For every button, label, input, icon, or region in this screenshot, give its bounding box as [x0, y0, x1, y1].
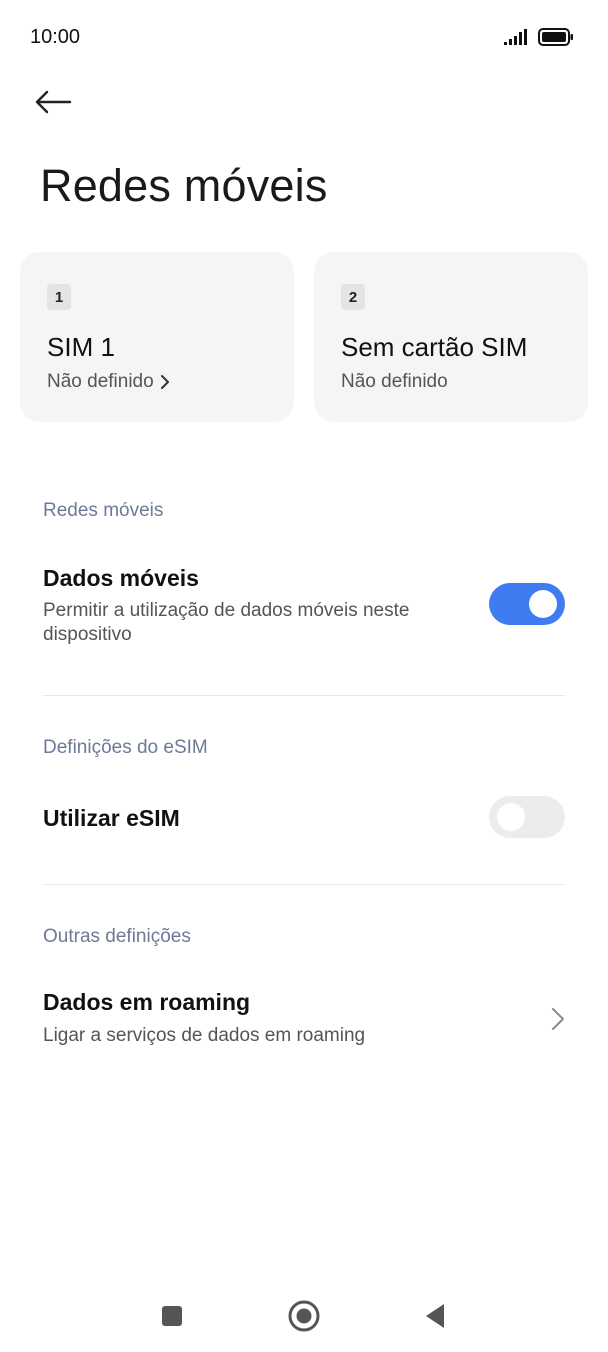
chevron-right-icon [160, 375, 169, 389]
sim-card-1[interactable]: 1 SIM 1 Não definido [20, 252, 294, 422]
arrow-left-icon [35, 90, 72, 114]
sim-status-label: Não definido [47, 371, 154, 392]
status-bar: 10:00 [0, 0, 608, 76]
battery-icon [538, 28, 573, 46]
back-triangle-icon [426, 1304, 444, 1328]
status-icons [504, 26, 574, 48]
home-button[interactable] [282, 1294, 326, 1338]
roaming-subtitle: Ligar a serviços de dados em roaming [43, 1025, 366, 1046]
recents-button[interactable] [150, 1294, 194, 1338]
navigation-bar [0, 1280, 608, 1352]
section-header-mobile-networks: Redes móveis [43, 500, 164, 521]
page-title: Redes móveis [40, 160, 328, 211]
toggle-knob [497, 803, 525, 831]
sim-slot-badge: 2 [341, 284, 365, 310]
signal-icon [504, 29, 527, 45]
sim-status: Não definido [341, 371, 448, 393]
use-esim-toggle[interactable] [489, 796, 565, 838]
sim-status-label: Não definido [341, 371, 448, 392]
divider [43, 695, 565, 696]
divider [43, 884, 565, 885]
sim-name: SIM 1 [47, 332, 115, 362]
mobile-data-title: Dados móveis [43, 565, 199, 591]
mobile-data-toggle[interactable] [489, 583, 565, 625]
mobile-data-row[interactable]: Dados móveis Permitir a utilização de da… [0, 560, 608, 660]
chevron-right-icon [552, 1008, 564, 1030]
use-esim-title: Utilizar eSIM [43, 805, 180, 831]
section-header-other: Outras definições [43, 926, 191, 947]
sim-name: Sem cartão SIM [341, 332, 528, 362]
roaming-row[interactable]: Dados em roaming Ligar a serviços de dad… [0, 982, 608, 1058]
use-esim-row[interactable]: Utilizar eSIM [0, 790, 608, 846]
section-header-esim: Definições do eSIM [43, 737, 208, 758]
roaming-title: Dados em roaming [43, 989, 251, 1015]
sim-slot-badge: 1 [47, 284, 71, 310]
recents-square-icon [162, 1306, 182, 1326]
status-time: 10:00 [30, 26, 81, 48]
home-circle-icon [288, 1300, 320, 1332]
back-button[interactable] [34, 80, 90, 124]
nav-back-button[interactable] [413, 1294, 457, 1338]
sim-card-2[interactable]: 2 Sem cartão SIM Não definido [314, 252, 588, 422]
sim-status: Não definido [47, 371, 170, 393]
toggle-knob [529, 590, 557, 618]
mobile-data-subtitle: Permitir a utilização de dados móveis ne… [43, 600, 410, 645]
